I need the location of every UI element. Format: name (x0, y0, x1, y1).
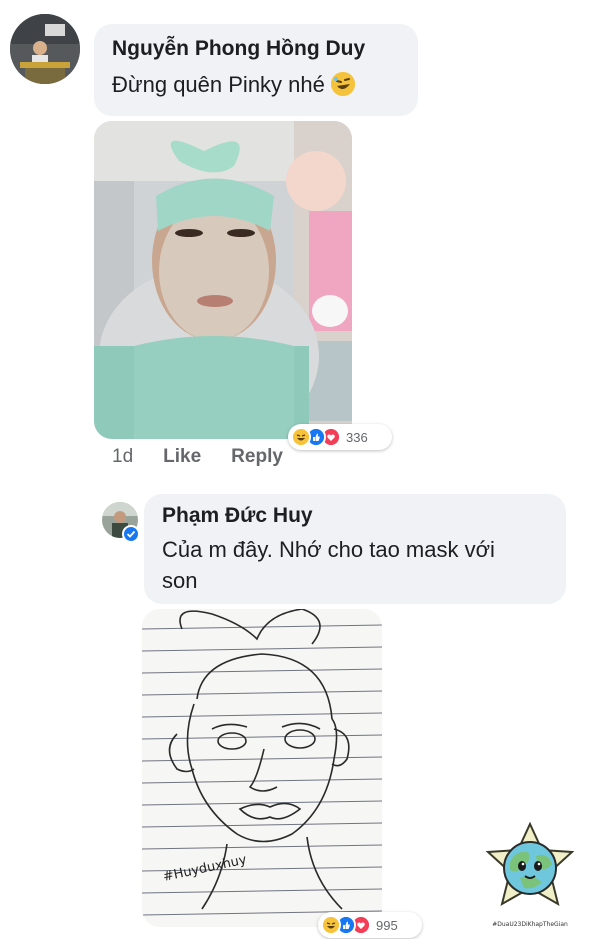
comment-author[interactable]: Nguyễn Phong Hồng Duy (112, 37, 400, 61)
watermark-caption: #DuaU23DiKhapTheGian (492, 921, 568, 928)
like-button[interactable]: Like (163, 446, 201, 468)
verified-badge-icon (122, 525, 140, 543)
comment-actions: 1d Like Reply (112, 446, 283, 468)
comment-text: Đừng quên Pinky nhé (112, 69, 400, 100)
comment-bubble: Nguyễn Phong Hồng Duy Đừng quên Pinky nh… (94, 24, 418, 116)
comment-timestamp[interactable]: 1d (112, 446, 133, 468)
comment-text-body: Đừng quên Pinky nhé (112, 72, 325, 97)
haha-reaction-icon (321, 915, 341, 935)
avatar-nguyen-phong-hong-duy[interactable] (10, 14, 80, 84)
reaction-summary[interactable]: 336 (288, 424, 392, 450)
globe-star-icon (485, 821, 575, 907)
reply-author[interactable]: Phạm Đức Huy (162, 504, 548, 528)
reply-button[interactable]: Reply (231, 446, 283, 468)
reply-photo-sketch[interactable]: #Huyduxhuy (142, 609, 382, 927)
rofl-emoji-icon (330, 72, 355, 96)
reply-text-line2: son (162, 568, 198, 593)
reply-text-line1: Của m đây. Nhớ cho tao mask với (162, 537, 495, 562)
reply-reaction-count: 995 (376, 917, 398, 933)
reply-reaction-summary[interactable]: 995 (318, 912, 422, 938)
haha-reaction-icon (291, 427, 311, 447)
reaction-count: 336 (346, 429, 368, 445)
reply-bubble: Phạm Đức Huy Của m đây. Nhớ cho tao mask… (144, 494, 566, 604)
watermark-globe-logo: #DuaU23DiKhapTheGian (480, 821, 580, 928)
comment-photo-face-mask[interactable] (94, 121, 352, 439)
